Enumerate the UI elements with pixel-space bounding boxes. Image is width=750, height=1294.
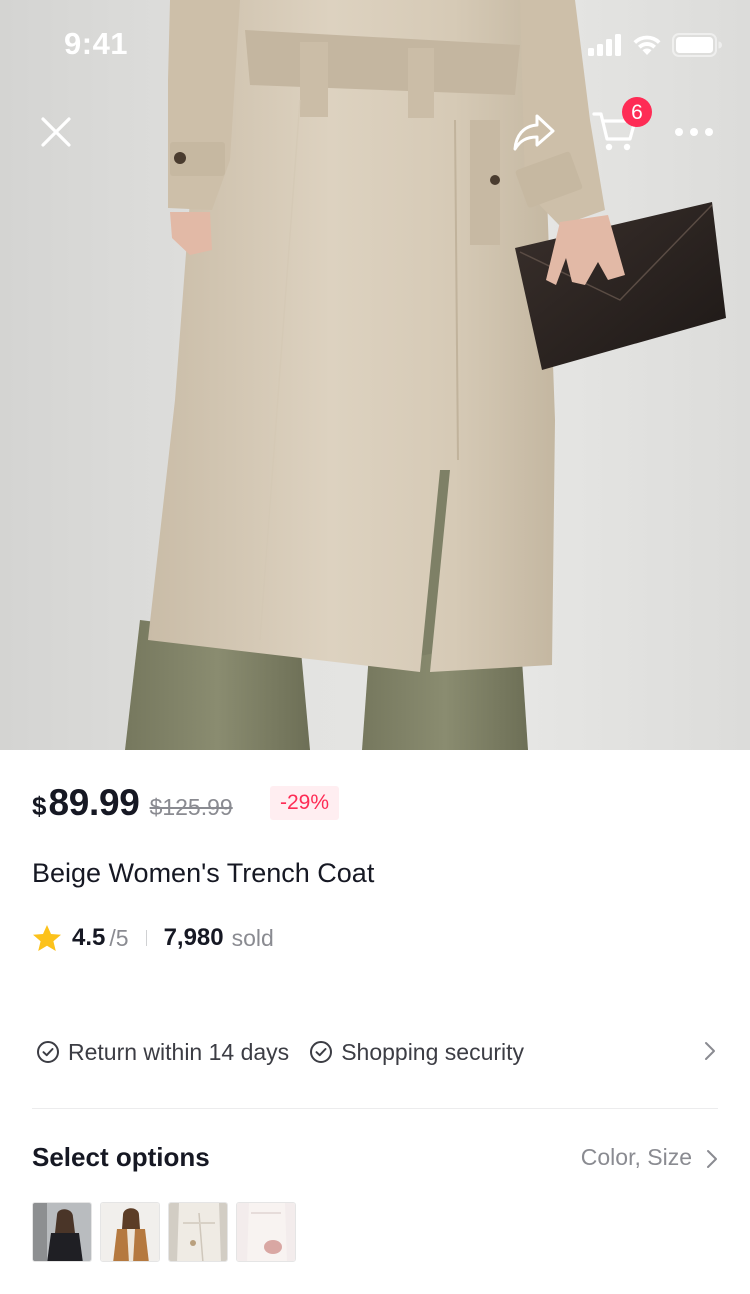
original-price: $125.99 — [149, 794, 233, 820]
product-image[interactable]: 9:41 6 — [0, 0, 750, 750]
check-circle-icon — [37, 1041, 59, 1063]
policy-label: Return within 14 days — [68, 1038, 290, 1065]
close-button[interactable] — [28, 104, 84, 160]
rating-value: 4.5 — [72, 924, 106, 951]
variant-thumb-black[interactable] — [32, 1202, 92, 1262]
more-dots-icon — [675, 128, 713, 136]
more-options-button[interactable] — [666, 104, 722, 160]
options-title: Select options — [32, 1142, 210, 1172]
variant-thumb-cream[interactable] — [236, 1202, 296, 1262]
chevron-right-icon — [705, 1042, 715, 1060]
white-coat-variant — [169, 1203, 227, 1261]
sold-label: sold — [231, 924, 274, 951]
black-coat-variant — [33, 1203, 91, 1261]
variant-thumb-white[interactable] — [168, 1202, 228, 1262]
status-bar: 9:41 — [0, 0, 750, 90]
cart-count-badge: 6 — [622, 97, 652, 127]
share-arrow-icon — [513, 114, 555, 151]
variant-thumb-camel[interactable] — [100, 1202, 160, 1262]
policy-security: Shopping security — [309, 1039, 524, 1066]
rating-scale: /5 — [109, 924, 129, 951]
policy-row[interactable]: Return within 14 days Shopping security — [36, 1034, 720, 1070]
status-time: 9:41 — [64, 26, 129, 61]
discount-badge: -29% — [270, 786, 340, 820]
price-row: $ 89.99 $125.99 — [32, 782, 233, 826]
current-price: 89.99 — [48, 782, 140, 823]
policy-return: Return within 14 days — [36, 1039, 289, 1066]
options-hint: Color, Size — [580, 1144, 692, 1170]
star-icon — [33, 925, 61, 951]
section-divider — [32, 1108, 718, 1109]
camel-coat-variant — [101, 1203, 159, 1261]
divider — [145, 930, 147, 946]
cellular-signal-icon — [588, 34, 621, 56]
chevron-right-icon — [707, 1150, 717, 1168]
rating-row[interactable]: 4.5 /5 7,980 sold — [32, 920, 274, 956]
select-options-row[interactable]: Select options Color, Size — [32, 1140, 720, 1178]
close-icon — [41, 117, 71, 147]
status-icons — [588, 32, 722, 58]
battery-icon — [672, 33, 722, 57]
check-circle-icon — [310, 1041, 333, 1063]
share-button[interactable] — [506, 104, 562, 160]
wifi-icon — [633, 35, 661, 55]
currency-symbol: $ — [32, 791, 47, 821]
policy-label: Shopping security — [341, 1038, 525, 1065]
variant-thumbnails — [32, 1202, 296, 1262]
cream-coat-variant — [237, 1203, 295, 1261]
product-title: Beige Women's Trench Coat — [32, 858, 375, 888]
sold-count: 7,980 — [163, 924, 224, 951]
